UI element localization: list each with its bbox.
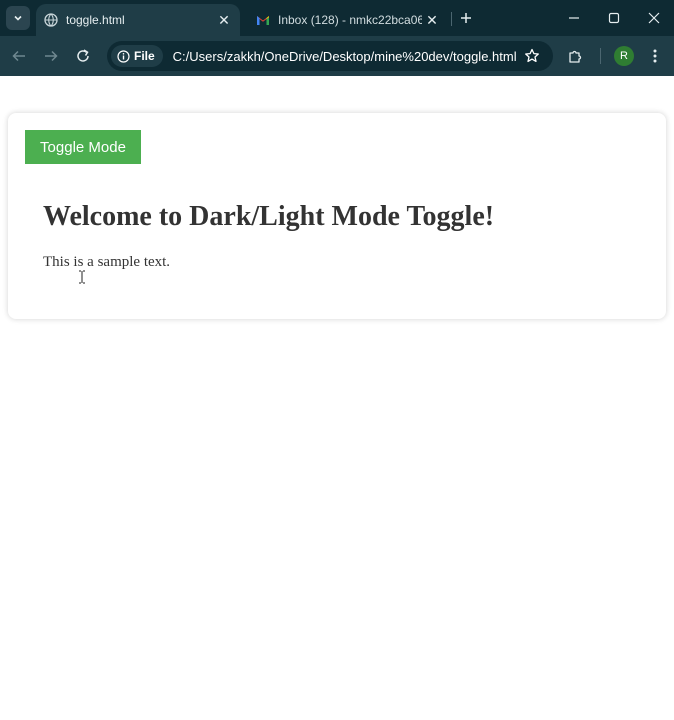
- forward-button[interactable]: [39, 44, 63, 68]
- site-chip-label: File: [134, 49, 155, 63]
- more-vertical-icon: [653, 49, 657, 63]
- close-icon[interactable]: ✕: [214, 10, 234, 30]
- minimize-icon: [569, 17, 579, 19]
- maximize-icon: [608, 12, 620, 24]
- tab-title: Inbox (128) - nmkc22bca060.nmkrv: [278, 13, 422, 27]
- reload-button[interactable]: [71, 44, 95, 68]
- reload-icon: [77, 49, 89, 62]
- content-card: Toggle Mode Welcome to Dark/Light Mode T…: [8, 113, 666, 319]
- tab-inbox[interactable]: Inbox (128) - nmkc22bca060.nmkrv ✕: [248, 4, 448, 36]
- close-window-button[interactable]: [634, 0, 674, 36]
- toggle-mode-button[interactable]: Toggle Mode: [25, 130, 141, 164]
- address-bar[interactable]: File C:/Users/zakkh/OneDrive/Desktop/min…: [107, 41, 553, 71]
- minimize-button[interactable]: [554, 0, 594, 36]
- puzzle-icon: [569, 50, 582, 63]
- chevron-down-icon: [14, 15, 22, 21]
- page-viewport: Toggle Mode Welcome to Dark/Light Mode T…: [0, 76, 674, 720]
- maximize-button[interactable]: [594, 0, 634, 36]
- arrow-left-icon: [12, 50, 25, 62]
- plus-icon: [461, 13, 471, 23]
- page-heading: Welcome to Dark/Light Mode Toggle!: [43, 201, 495, 232]
- close-icon[interactable]: ✕: [422, 10, 442, 30]
- site-info-chip[interactable]: File: [111, 45, 163, 67]
- browser-toolbar: File C:/Users/zakkh/OneDrive/Desktop/min…: [0, 36, 674, 76]
- avatar[interactable]: R: [614, 46, 634, 66]
- info-icon: [117, 49, 130, 63]
- tab-title: toggle.html: [66, 13, 125, 27]
- text-cursor-icon: [79, 270, 85, 284]
- sample-paragraph: This is a sample text.: [43, 254, 171, 270]
- bookmark-star-icon[interactable]: [521, 45, 543, 67]
- extensions-button[interactable]: [564, 44, 588, 68]
- tab-divider: [451, 12, 452, 26]
- tab-toggle-html[interactable]: toggle.html ✕: [36, 4, 240, 36]
- toolbar-divider: [600, 48, 601, 64]
- globe-icon: [44, 13, 58, 27]
- tab-strip: toggle.html ✕ Inbox (128) - nmkc22bca060…: [0, 0, 674, 36]
- gmail-icon: [256, 13, 270, 27]
- new-tab-button[interactable]: [456, 8, 476, 28]
- url-text[interactable]: C:/Users/zakkh/OneDrive/Desktop/mine%20d…: [173, 49, 521, 64]
- tab-search-button[interactable]: [6, 6, 30, 30]
- arrow-right-icon: [45, 50, 58, 62]
- close-icon: [648, 12, 660, 24]
- menu-button[interactable]: [643, 44, 667, 68]
- back-button[interactable]: [7, 44, 31, 68]
